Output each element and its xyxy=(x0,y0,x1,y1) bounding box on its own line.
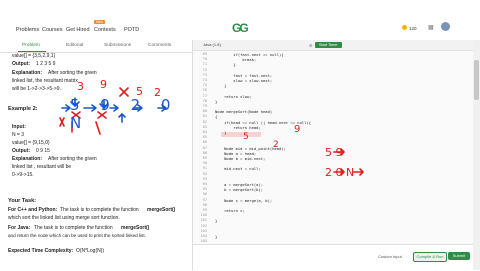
red-cross-4 xyxy=(119,87,129,97)
handwritten-number-2: 9 xyxy=(100,78,107,91)
nav-potd[interactable]: POTD xyxy=(124,27,139,33)
nav-get-hired[interactable]: Get Hired xyxy=(66,27,90,33)
blue-left-arrow xyxy=(61,104,71,112)
submit-button[interactable]: Submit xyxy=(448,252,470,260)
task-cpp-fn: mergeSort() xyxy=(147,207,176,213)
top-nav: Problems Courses Get Hired Contests New … xyxy=(0,0,480,41)
custom-input-button[interactable]: Custom Input xyxy=(378,254,402,259)
task-java-text1: The task is to complete the function xyxy=(34,225,113,231)
task-java-text2: and return the node which can be used to… xyxy=(8,233,146,238)
scrollbar[interactable] xyxy=(473,40,480,270)
menu-grid-icon[interactable]: ▦ xyxy=(428,24,434,31)
red-cross-3 xyxy=(59,117,65,127)
red-arrow-3 xyxy=(352,168,364,176)
complexity-label: Expected Time Complexity: xyxy=(8,248,74,254)
handwritten-number: 3 xyxy=(77,80,84,93)
nav-problems[interactable]: Problems xyxy=(16,27,39,33)
task-heading: Your Task: xyxy=(8,198,37,204)
avatar[interactable] xyxy=(441,22,450,31)
task-cpp-text2: which sort the linked list using merge s… xyxy=(8,215,120,221)
nav-courses[interactable]: Courses xyxy=(42,27,62,33)
gfg-logo[interactable]: GG xyxy=(232,21,249,35)
code-editor: Java (1.8) ⚙ Start Timer 69 if(fast.next… xyxy=(193,40,473,271)
new-badge: New xyxy=(94,20,106,24)
editor-footer: Custom Input Compile & Run Submit xyxy=(193,244,473,271)
task-java-label: For Java: xyxy=(8,225,31,231)
coin-count: 120 xyxy=(409,26,417,31)
scrollbar-thumb[interactable] xyxy=(474,60,479,100)
task-cpp-label: For C++ and Python: xyxy=(8,207,58,213)
task-java-fn: mergeSort() xyxy=(121,225,150,231)
compile-run-button[interactable]: Compile & Run xyxy=(413,252,447,262)
problem-panel: Problem Editorial Submissions Comments v… xyxy=(0,40,193,270)
coin-icon xyxy=(402,25,407,30)
handwritten-number-3: 5 xyxy=(136,85,143,98)
red-arrow xyxy=(333,148,345,156)
handwritten-linked-list: 5 9 2 0 N xyxy=(70,96,179,132)
red-arrow-2 xyxy=(333,168,345,176)
handwritten-number-4: 2 xyxy=(154,86,161,99)
nav-contests[interactable]: Contests xyxy=(94,27,116,33)
complexity-value: O(N*Log(N)) xyxy=(76,248,105,254)
handwritten-editor-overlay xyxy=(333,148,364,176)
task-cpp-text1: The task is to complete the function xyxy=(60,207,139,213)
